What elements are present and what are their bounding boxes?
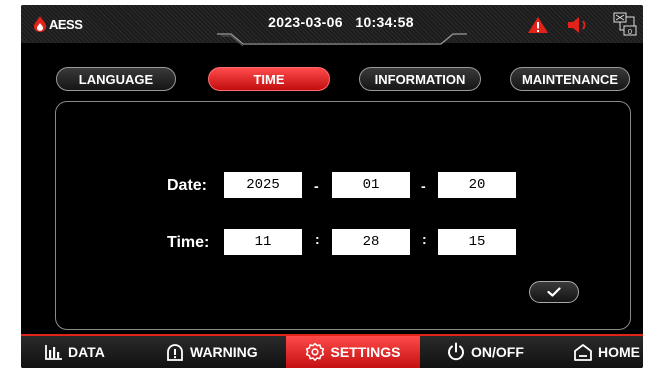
nav-data-label: DATA (68, 344, 105, 360)
month-field[interactable]: 01 (332, 172, 410, 198)
minute-field[interactable]: 28 (332, 229, 410, 255)
tab-time[interactable]: TIME (208, 67, 330, 91)
bar-chart-icon (45, 345, 62, 360)
nav-warning[interactable]: WARNING (165, 336, 258, 368)
status-bar: AESS 2023-03-06 10:34:58 0 (21, 5, 643, 46)
nav-data[interactable]: DATA (45, 336, 105, 368)
confirm-button[interactable] (529, 281, 579, 303)
flame-logo-icon (34, 16, 46, 32)
time-label: Time: (167, 234, 210, 251)
hour-field[interactable]: 11 (224, 229, 302, 255)
year-field[interactable]: 2025 (224, 172, 302, 198)
nav-warning-label: WARNING (190, 344, 258, 360)
second-field[interactable]: 15 (438, 229, 516, 255)
brand-name: AESS (49, 16, 83, 32)
date-label: Date: (167, 177, 208, 194)
time-separator-1: : (315, 231, 320, 247)
date-separator-1: - (314, 178, 319, 194)
speaker-icon[interactable] (567, 16, 591, 34)
device-screen: AESS 2023-03-06 10:34:58 0 LANGUAGE TIME… (21, 5, 643, 368)
tab-language[interactable]: LANGUAGE (56, 67, 176, 91)
warning-icon (167, 344, 183, 361)
home-icon (574, 344, 592, 361)
nav-settings-label: SETTINGS (330, 344, 401, 360)
tab-information-label: INFORMATION (374, 71, 466, 87)
checkmark-icon (547, 287, 561, 297)
clock-date: 2023-03-06 (268, 14, 343, 30)
nav-onoff[interactable]: ON/OFF (446, 336, 524, 368)
tab-information[interactable]: INFORMATION (359, 67, 481, 91)
clock-display: 2023-03-06 10:34:58 (221, 14, 461, 30)
tab-maintenance-label: MAINTENANCE (521, 71, 619, 87)
brand-logo: AESS (33, 13, 83, 35)
tab-language-label: LANGUAGE (78, 71, 154, 87)
tab-time-label: TIME (253, 71, 285, 87)
nav-settings[interactable]: SETTINGS (286, 336, 420, 368)
svg-text:0: 0 (628, 28, 632, 36)
nav-home[interactable]: HOME (573, 336, 640, 368)
nav-onoff-label: ON/OFF (471, 344, 524, 360)
alarm-triangle-icon[interactable] (527, 16, 549, 34)
time-separator-2: : (422, 231, 427, 247)
day-field[interactable]: 20 (438, 172, 516, 198)
date-separator-2: - (421, 178, 426, 194)
clock-time: 10:34:58 (355, 14, 414, 30)
header-decoration (217, 33, 467, 46)
tab-maintenance[interactable]: MAINTENANCE (510, 67, 630, 91)
communication-icon[interactable]: 0 (612, 11, 638, 37)
power-icon (448, 342, 464, 361)
nav-home-label: HOME (598, 344, 640, 360)
gear-icon (306, 342, 325, 361)
